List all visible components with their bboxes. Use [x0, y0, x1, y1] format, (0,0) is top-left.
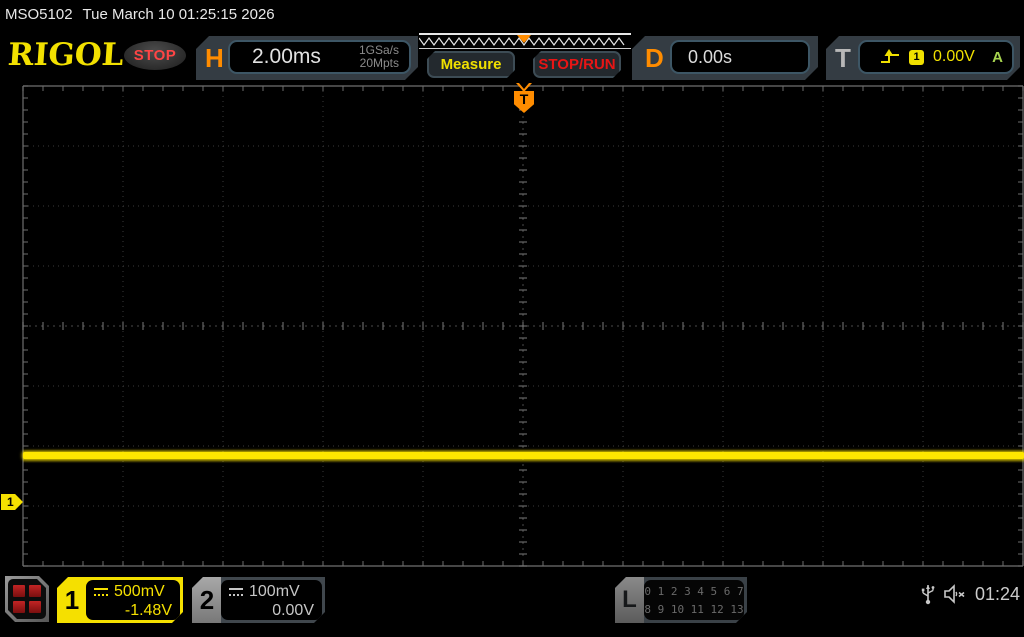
header-bar: RIGOL STOP H 2.00ms 1GSa/s 20Mpts Measur…	[0, 30, 1024, 80]
delay-block[interactable]: D 0.00s	[632, 36, 818, 80]
run-state-indicator[interactable]: STOP	[124, 41, 186, 70]
memory-depth: 20Mpts	[359, 56, 399, 70]
channel2-number: 2	[199, 585, 215, 615]
waveform-overview-strip[interactable]	[418, 33, 631, 49]
acquisition-info: 1GSa/s 20Mpts	[359, 44, 409, 70]
delay-inner-box: 0.00s	[670, 40, 810, 74]
trigger-inner-box: 1 0.00V A	[858, 40, 1014, 74]
rising-edge-trigger-icon	[880, 49, 900, 65]
channel2-badge[interactable]: 2 100mV 0.00V	[192, 577, 325, 623]
grid	[22, 85, 1024, 567]
trigger-label: T	[835, 43, 851, 73]
trigger-mode-indicator: A	[992, 48, 1003, 66]
model-name: MSO5102	[5, 6, 73, 23]
trigger-level-value: 0.00V	[933, 48, 975, 65]
channel1-trace	[23, 452, 1024, 459]
horizontal-label: H	[205, 43, 224, 73]
overview-trigger-position-icon[interactable]	[517, 35, 531, 43]
logic-row-2: 8 9 10 11 12 13 14 15	[644, 603, 744, 634]
channel2-info-box: 100mV 0.00V	[221, 580, 322, 620]
logic-channels-box: 0 1 2 3 4 5 6 7 8 9 10 11 12 13 14 15	[644, 580, 744, 620]
trigger-position-triangle-icon[interactable]	[516, 83, 532, 92]
bottom-bar: 1 500mV -1.48V 2 100mV 0.00V L 0 1 2 3 4…	[0, 570, 1024, 630]
graticule: 1 T	[0, 80, 1024, 572]
sound-muted-icon	[944, 584, 965, 604]
logic-channels-badge[interactable]: L 0 1 2 3 4 5 6 7 8 9 10 11 12 13 14 15	[615, 577, 747, 623]
channel2-scale: 100mV	[249, 583, 300, 600]
dc-coupling-icon	[229, 588, 243, 596]
channel1-info-box: 500mV -1.48V	[86, 580, 180, 620]
menu-grid-icon	[8, 579, 46, 619]
titlebar: MSO5102 Tue March 10 01:25:15 2026	[0, 0, 1024, 30]
usb-icon	[921, 585, 935, 605]
channel1-number: 1	[64, 585, 80, 615]
logic-row-1: 0 1 2 3 4 5 6 7	[644, 585, 744, 598]
measure-button[interactable]: Measure	[427, 51, 515, 78]
dc-coupling-icon	[94, 588, 108, 596]
stop-run-button[interactable]: STOP/RUN	[533, 51, 621, 78]
horizontal-inner-box: 2.00ms 1GSa/s 20Mpts	[228, 40, 411, 74]
datetime-text: Tue March 10 01:25:15 2026	[82, 6, 275, 23]
delay-value: 0.00s	[688, 46, 733, 67]
trigger-source-badge: 1	[909, 50, 924, 65]
oscilloscope-screen: MSO5102 Tue March 10 01:25:15 2026 RIGOL …	[0, 0, 1024, 630]
delay-label: D	[645, 43, 664, 73]
trigger-block[interactable]: T 1 0.00V A	[826, 36, 1020, 80]
channel1-scale: 500mV	[114, 583, 165, 600]
channel1-badge[interactable]: 1 500mV -1.48V	[57, 577, 183, 623]
clock: 01:24	[974, 583, 1020, 604]
channel1-offset: -1.48V	[124, 602, 172, 619]
logic-label: L	[622, 586, 637, 613]
horizontal-settings-block[interactable]: H 2.00ms 1GSa/s 20Mpts	[196, 36, 418, 80]
menu-grid-button[interactable]	[5, 576, 49, 622]
rigol-logo: RIGOL	[6, 37, 125, 73]
channel2-offset: 0.00V	[272, 602, 314, 619]
status-icons: 01:24	[921, 582, 1020, 606]
timebase-value: 2.00ms	[252, 45, 321, 68]
